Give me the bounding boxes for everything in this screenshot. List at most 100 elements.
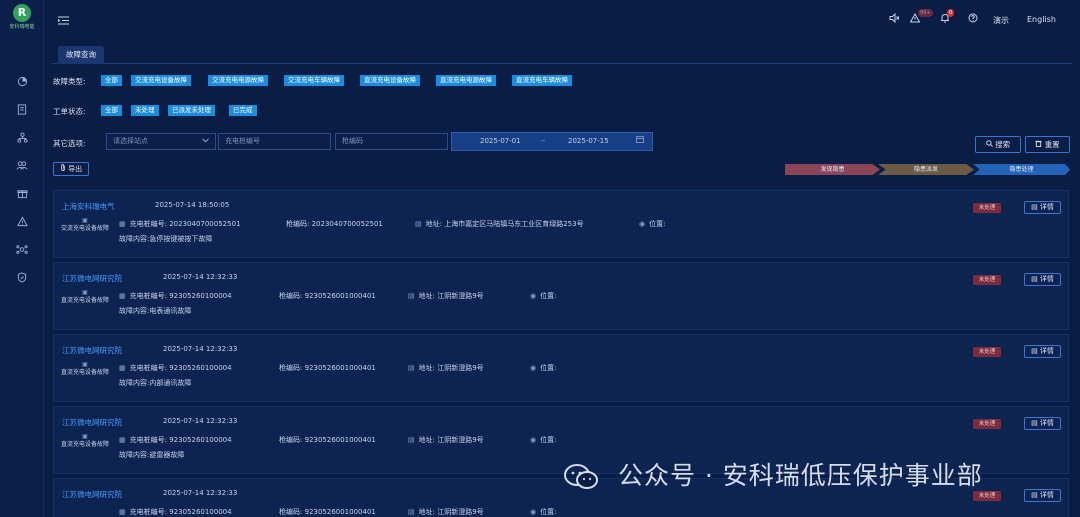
record-station[interactable]: 江苏微电网研究院 xyxy=(62,417,122,428)
record-gun-value: 9230526001000401 xyxy=(304,436,376,444)
warning-icon[interactable] xyxy=(14,216,30,232)
date-range-picker[interactable]: 2025-07-01 ~ 2025-07-15 xyxy=(451,132,653,151)
search-button[interactable]: 搜索 xyxy=(975,136,1021,153)
mute-icon[interactable] xyxy=(889,12,900,26)
record-type-label: 直流充电设备故障 xyxy=(60,441,109,448)
detail-button[interactable]: ▤ 详情 xyxy=(1024,417,1061,430)
record-station[interactable]: 江苏微电网研究院 xyxy=(62,273,122,284)
record-content: 故障内容:电表通讯故障 xyxy=(119,307,192,315)
app-logo[interactable]: R 安科瑞电能 xyxy=(6,4,38,32)
address-icon: ▤ xyxy=(408,436,415,444)
detail-button[interactable]: ▤ 详情 xyxy=(1024,345,1061,358)
shield-icon[interactable] xyxy=(14,272,30,288)
record-address-value: 江阴新澄路9号 xyxy=(437,292,484,300)
location-icon: ◉ xyxy=(530,436,537,444)
gun-code-input[interactable]: 枪编码 xyxy=(335,133,448,150)
gift-icon[interactable] xyxy=(14,188,30,204)
detail-button[interactable]: ▤ 详情 xyxy=(1024,489,1061,502)
record-position: ◉ 位置: xyxy=(530,363,556,373)
network-icon[interactable] xyxy=(14,244,30,260)
record-position: ◉ 位置: xyxy=(530,291,556,301)
date-separator: ~ xyxy=(540,137,546,145)
order-status-label: 工单状态: xyxy=(53,107,86,116)
pile-number-input[interactable]: 充电桩编号 xyxy=(218,133,331,150)
record-type: ▣ 直流充电设备故障 xyxy=(60,289,110,305)
order-status-chip-all[interactable]: 全部 xyxy=(101,105,122,116)
record-gun-label: 枪编码: xyxy=(286,220,310,228)
date-start: 2025-07-01 xyxy=(480,137,521,145)
step-dispatch: 隐患派发 xyxy=(878,164,974,175)
status-badge: 未处理 xyxy=(973,347,1001,357)
record-pile-label: 充电桩编号: xyxy=(129,364,167,372)
fault-type-chip-all[interactable]: 全部 xyxy=(101,75,122,86)
record-address-label: 地址: xyxy=(418,364,435,372)
station-select[interactable]: 请选择站点 xyxy=(106,133,216,150)
document-icon[interactable] xyxy=(14,104,30,120)
record-address-value: 江阴新澄路9号 xyxy=(437,508,484,516)
status-badge: 未处理 xyxy=(973,491,1001,501)
help-icon[interactable] xyxy=(968,13,978,26)
fault-type-chip-ac-power[interactable]: 交流充电电源故障 xyxy=(208,75,268,86)
detail-button-label: 详情 xyxy=(1039,275,1054,283)
order-status-chip-done[interactable]: 已完成 xyxy=(229,105,257,116)
record-address-value: 上海市嘉定区马陆镇马东工业区育绿路253号 xyxy=(444,220,584,228)
record-type: ▣ 直流充电设备故障 xyxy=(60,433,110,449)
record-station[interactable]: 江苏微电网研究院 xyxy=(62,345,122,356)
tab-fault-query[interactable]: 故障查询 xyxy=(58,46,104,64)
record-address: ▤ 地址: 江阴新澄路9号 xyxy=(408,435,484,445)
status-badge: 未处理 xyxy=(973,275,1001,285)
record-address: ▤ 地址: 江阴新澄路9号 xyxy=(408,507,484,517)
fault-type-chip-dc-device[interactable]: 直流充电设备故障 xyxy=(360,75,420,86)
notice-badge: 0 xyxy=(947,9,955,17)
export-button[interactable]: 导出 xyxy=(53,162,89,176)
paperclip-icon xyxy=(60,164,68,173)
fault-type-chip-ac-vehicle[interactable]: 交流充电车辆故障 xyxy=(284,75,344,86)
location-icon: ◉ xyxy=(639,220,646,228)
record-type-label: 直流充电设备故障 xyxy=(60,369,109,376)
record-address: ▤ 地址: 上海市嘉定区马陆镇马东工业区育绿路253号 xyxy=(415,219,584,229)
record-type: ▣ 直流充电设备故障 xyxy=(60,361,110,377)
detail-button-label: 详情 xyxy=(1039,347,1054,355)
fault-type-chip-ac-device[interactable]: 交流充电设备故障 xyxy=(131,75,191,86)
record-position: ◉ 位置: xyxy=(639,219,665,229)
fault-type-chip-dc-power[interactable]: 直流充电电源故障 xyxy=(436,75,496,86)
fault-type-chip-dc-vehicle[interactable]: 直流充电车辆故障 xyxy=(512,75,572,86)
charger-icon: ▣ xyxy=(82,217,88,224)
record-pile-label: 充电桩编号: xyxy=(129,220,167,228)
record-station[interactable]: 江苏微电网研究院 xyxy=(62,489,122,500)
record-position-label: 位置: xyxy=(649,220,666,228)
record-position-label: 位置: xyxy=(540,292,557,300)
language-switch[interactable]: English xyxy=(1027,15,1056,24)
org-chart-icon[interactable] xyxy=(14,132,30,148)
fault-type-label: 故障类型: xyxy=(53,77,86,86)
order-status-chip-pending[interactable]: 未处理 xyxy=(131,105,159,116)
pile-icon: ▦ xyxy=(119,220,126,228)
record-station[interactable]: 上海安科瑞电气 xyxy=(62,201,115,212)
record-type-label: 直流充电设备故障 xyxy=(60,297,109,304)
reset-button[interactable]: 重置 xyxy=(1025,136,1070,153)
order-status-chip-dispatched[interactable]: 已派发未处理 xyxy=(168,105,215,116)
reset-button-label: 重置 xyxy=(1044,140,1060,149)
record-pile-label: 充电桩编号: xyxy=(129,292,167,300)
menu-toggle-icon[interactable] xyxy=(58,14,69,28)
chart-pie-icon[interactable] xyxy=(14,76,30,92)
logo-mark: R xyxy=(13,4,31,22)
charger-icon: ▣ xyxy=(82,289,88,296)
users-icon[interactable] xyxy=(14,160,30,176)
record-position-label: 位置: xyxy=(540,364,557,372)
detail-button[interactable]: ▤ 详情 xyxy=(1024,273,1061,286)
record-gun: 枪编码: 9230526001000401 xyxy=(279,435,376,445)
detail-button[interactable]: ▤ 详情 xyxy=(1024,201,1061,214)
pile-icon: ▦ xyxy=(119,364,126,372)
pile-icon: ▦ xyxy=(119,436,126,444)
record-content: 故障内容:内部通讯故障 xyxy=(119,379,192,387)
record-gun: 枪编码: 9230526001000401 xyxy=(279,363,376,373)
record-pile-label: 充电桩编号: xyxy=(129,508,167,516)
record-gun-label: 枪编码: xyxy=(279,292,303,300)
record-address-label: 地址: xyxy=(418,508,435,516)
demo-user[interactable]: 演示 xyxy=(993,15,1009,26)
fault-record-card: 江苏微电网研究院 2025-07-14 12:32:33 ▣ 直流充电设备故障 … xyxy=(53,334,1069,402)
record-pile: ▦ 充电桩编号: 92305260100004 xyxy=(119,363,232,373)
chevron-down-icon xyxy=(202,134,209,149)
record-address-label: 地址: xyxy=(425,220,442,228)
